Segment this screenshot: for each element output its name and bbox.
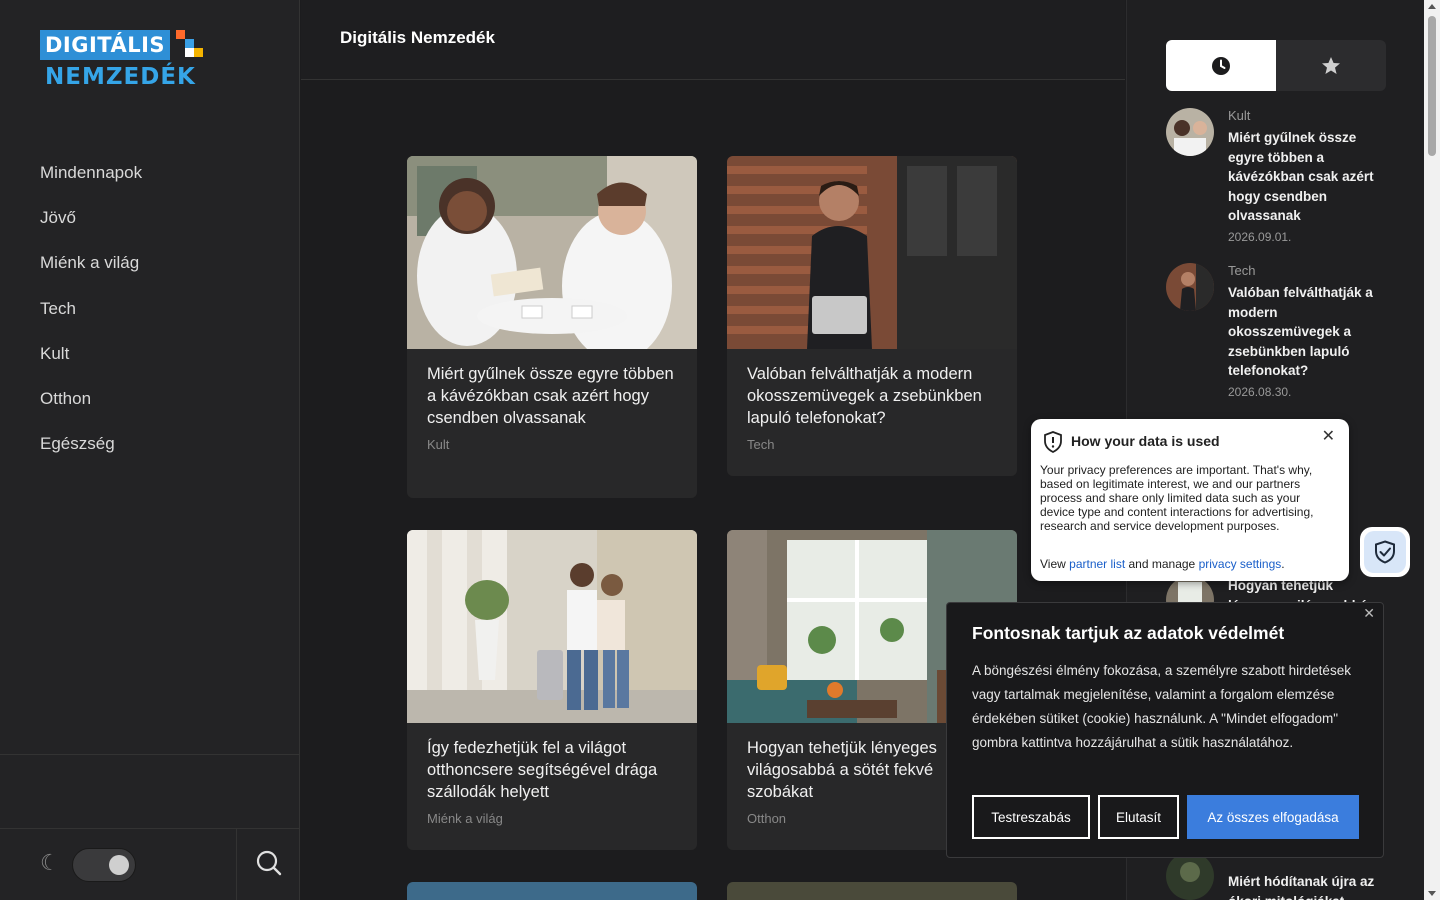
logo-pixel-icon	[194, 48, 203, 57]
privacy-button-inner	[1364, 531, 1406, 573]
recent-thumbnail[interactable]	[1166, 852, 1214, 900]
sidebar-tabs	[1166, 40, 1386, 91]
customize-button[interactable]: Testreszabás	[972, 795, 1090, 839]
recent-category: Tech	[1228, 263, 1256, 278]
article-card[interactable]: Valóban felválthatják a modern okosszemü…	[727, 156, 1017, 476]
toggle-knob	[109, 855, 129, 875]
nav-item-tech[interactable]: Tech	[40, 294, 142, 339]
logo-line-1: DIGITÁLIS	[40, 30, 171, 60]
page-scrollbar[interactable]	[1424, 0, 1440, 900]
nav-item-mienk-a-vilag[interactable]: Miénk a világ	[40, 248, 142, 293]
nav-item-jovo[interactable]: Jövő	[40, 203, 142, 248]
clock-icon	[1212, 56, 1230, 75]
article-title[interactable]: Miért gyűlnek össze egyre többen a kávéz…	[407, 349, 697, 429]
article-title[interactable]: Így fedezhetjük fel a világot otthoncser…	[407, 723, 697, 803]
close-icon[interactable]: ✕	[1322, 429, 1335, 445]
tab-popular[interactable]	[1276, 40, 1386, 91]
partner-list-link[interactable]: partner list	[1069, 557, 1125, 571]
privacy-popup: How your data is used ✕ Your privacy pre…	[1031, 419, 1349, 581]
nav-item-mindennapok[interactable]: Mindennapok	[40, 158, 142, 203]
article-image-travel-couple[interactable]	[407, 530, 697, 723]
page-header: Digitális Nemzedék	[301, 0, 1125, 80]
logo-pixel-icon	[185, 48, 194, 57]
shield-alert-icon	[1044, 431, 1062, 453]
moon-icon: ☾	[40, 851, 60, 876]
logo-pixel-icon	[185, 39, 194, 48]
privacy-foot-prefix: View	[1040, 557, 1070, 571]
sidebar-divider	[0, 754, 300, 755]
article-category[interactable]: Tech	[727, 429, 1017, 470]
recent-date: 2026.08.30.	[1228, 385, 1292, 399]
nav-item-otthon[interactable]: Otthon	[40, 384, 142, 429]
privacy-popup-text: Your privacy preferences are important. …	[1040, 463, 1314, 533]
cookie-banner: ✕ Fontosnak tartjuk az adatok védelmét A…	[946, 602, 1384, 858]
recent-thumbnail[interactable]	[1166, 108, 1214, 156]
privacy-popup-title: How your data is used	[1071, 433, 1220, 449]
privacy-foot-middle: and manage	[1125, 557, 1199, 571]
privacy-foot-suffix: .	[1281, 557, 1285, 571]
page-title[interactable]: Digitális Nemzedék	[340, 28, 495, 48]
bottom-divider	[236, 829, 237, 900]
article-title[interactable]: Valóban felválthatják a modern okosszemü…	[727, 349, 1017, 429]
accept-all-button[interactable]: Az összes elfogadása	[1187, 795, 1359, 839]
privacy-popup-footer: View partner list and manage privacy set…	[1040, 557, 1285, 571]
recent-date: 2026.09.01.	[1228, 230, 1292, 244]
article-card-partial[interactable]	[727, 882, 1017, 900]
article-category[interactable]: Kult	[407, 429, 697, 470]
recent-item[interactable]: Kult Miért gyűlnek össze egyre többen a …	[1166, 108, 1391, 248]
article-card-partial[interactable]	[407, 882, 697, 900]
article-card[interactable]: Így fedezhetjük fel a világot otthoncser…	[407, 530, 697, 850]
privacy-settings-link[interactable]: privacy settings	[1199, 557, 1282, 571]
main-nav: Mindennapok Jövő Miénk a világ Tech Kult…	[40, 158, 142, 474]
nav-item-kult[interactable]: Kult	[40, 339, 142, 384]
shield-check-icon	[1375, 540, 1395, 564]
search-icon[interactable]	[255, 849, 283, 877]
left-sidebar: DIGITÁLIS NEMZEDÉK Mindennapok Jövő Mién…	[0, 0, 300, 900]
logo-line-2: NEMZEDÉK	[45, 64, 196, 90]
recent-item[interactable]: Tech Valóban felválthatják a modern okos…	[1166, 263, 1391, 403]
logo-pixel-icon	[176, 30, 185, 39]
article-image-cafe[interactable]	[407, 156, 697, 349]
nav-item-egeszseg[interactable]: Egészség	[40, 429, 142, 474]
recent-item[interactable]: Miért hódítanak újra az ókori mitológiák…	[1166, 852, 1391, 900]
recent-title[interactable]: Valóban felválthatják a modern okosszemü…	[1228, 283, 1393, 381]
article-card[interactable]: Miért gyűlnek össze egyre többen a kávéz…	[407, 156, 697, 498]
sidebar-bottom-bar: ☾	[0, 828, 300, 900]
scrollbar-thumb[interactable]	[1428, 16, 1436, 156]
reject-button[interactable]: Elutasít	[1098, 795, 1179, 839]
cookie-banner-title: Fontosnak tartjuk az adatok védelmét	[972, 623, 1285, 643]
article-image-businessman[interactable]	[727, 156, 1017, 349]
site-logo[interactable]: DIGITÁLIS NEMZEDÉK	[40, 30, 220, 94]
recent-title[interactable]: Miért hódítanak újra az ókori mitológiák…	[1228, 872, 1391, 900]
recent-title[interactable]: Miért gyűlnek össze egyre többen a kávéz…	[1228, 128, 1393, 226]
close-icon[interactable]: ✕	[1363, 605, 1375, 622]
recent-category: Kult	[1228, 108, 1251, 123]
scroll-up-arrow-icon[interactable]	[1428, 4, 1436, 9]
article-category[interactable]: Miénk a világ	[407, 803, 697, 844]
privacy-settings-button[interactable]	[1360, 527, 1410, 577]
star-icon	[1322, 56, 1340, 74]
scroll-down-arrow-icon[interactable]	[1428, 891, 1436, 896]
cookie-banner-text: A böngészési élmény fokozása, a személyr…	[972, 663, 1351, 750]
tab-recent[interactable]	[1166, 40, 1276, 91]
dark-mode-toggle[interactable]	[72, 848, 136, 882]
recent-thumbnail[interactable]	[1166, 263, 1214, 311]
